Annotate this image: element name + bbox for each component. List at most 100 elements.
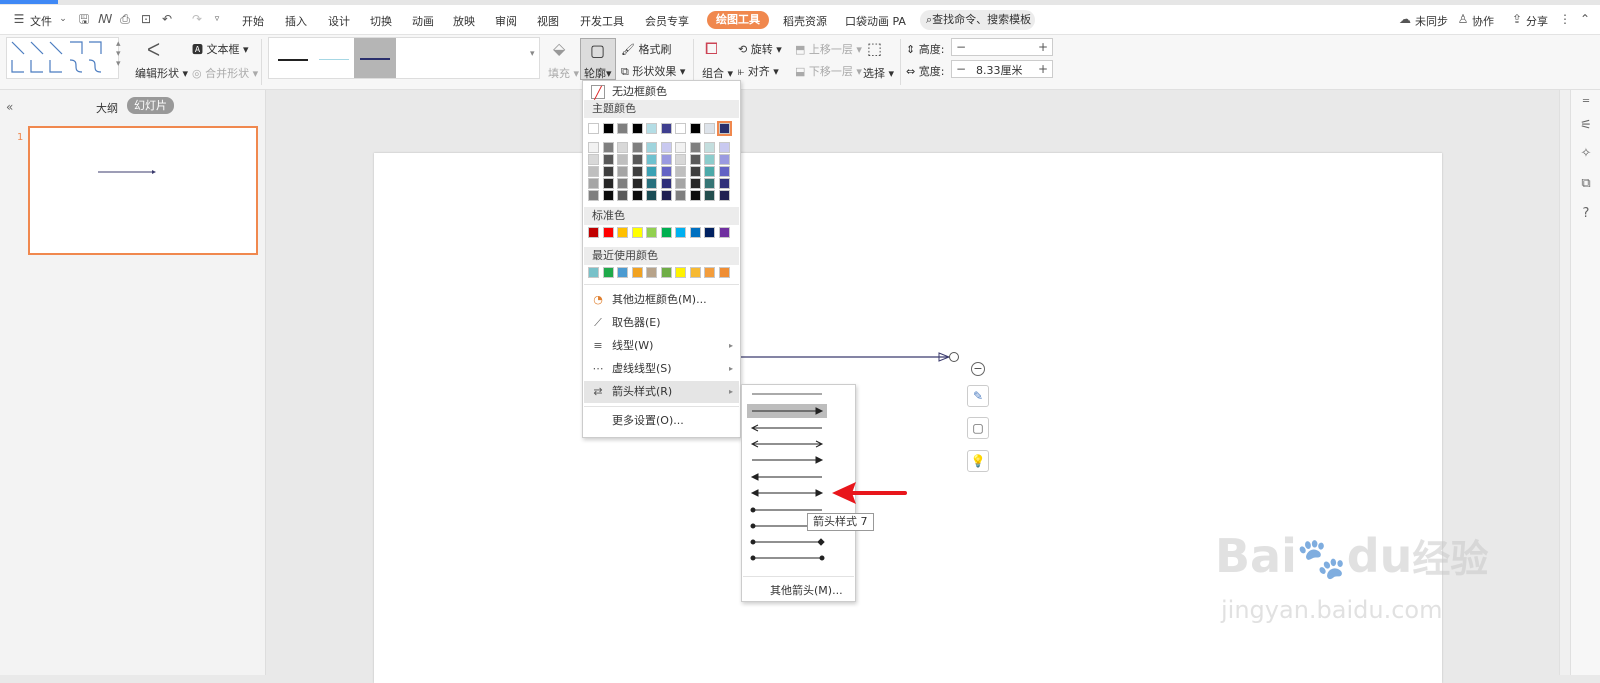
theme-shade-swatch[interactable] [718,154,730,165]
tab-developer[interactable]: 开发工具 [580,13,624,29]
recent-color-swatch[interactable] [631,267,643,278]
print-icon[interactable]: ⎙ [118,12,132,26]
recent-color-swatch[interactable] [689,267,701,278]
tab-pocket-animation[interactable]: 口袋动画 PA [845,13,906,29]
theme-shade-swatch[interactable] [631,178,643,189]
customize-icon[interactable]: ▿ [210,12,224,26]
theme-shade-swatch[interactable] [660,154,672,165]
rotate-button[interactable]: ⟲ 旋转 ▾ [738,41,782,57]
theme-shade-swatch[interactable] [588,154,599,165]
tab-view[interactable]: 视图 [537,13,559,29]
theme-shade-swatch[interactable] [689,154,701,165]
theme-shade-swatch[interactable] [660,142,672,153]
collapse-float-icon[interactable]: − [971,362,985,376]
theme-shade-swatch[interactable] [718,166,730,177]
theme-shade-swatch[interactable] [660,166,672,177]
outline-button[interactable]: ▢ 轮廓▾ [580,38,616,80]
smart-float-button[interactable]: 💡 [967,450,989,472]
properties-icon[interactable]: ⚟ [1578,118,1594,134]
theme-color-swatch[interactable] [602,123,614,134]
format-painter-button[interactable]: 🖌 格式刷 [621,41,671,57]
gallery-scroll-icon[interactable]: ▴ ▾ ▾ [116,39,121,69]
textbox-button[interactable]: 🅰 文本框 ▾ [192,41,249,57]
theme-shade-swatch[interactable] [718,178,730,189]
edit-shape-button[interactable]: 编辑形状 ▾ [135,65,188,81]
tab-design[interactable]: 设计 [328,13,350,29]
standard-color-swatch[interactable] [631,227,643,238]
dash-type-item[interactable]: ⋯ 虚线线型(S) ▸ [584,358,739,380]
print-preview-icon[interactable]: ⊡ [139,12,153,26]
recent-color-swatch[interactable] [718,267,730,278]
recent-color-swatch[interactable] [704,267,715,278]
theme-color-swatch[interactable] [588,123,599,134]
tab-docer[interactable]: 稻壳资源 [783,13,827,29]
width-field[interactable]: − 8.33厘米 + [951,60,1053,78]
collapse-panel-icon[interactable]: « [6,100,13,114]
file-menu[interactable]: 文件 [30,13,52,29]
fill-button[interactable]: 填充 ▾ [548,65,579,81]
help-icon[interactable]: ? [1578,206,1594,222]
line-style-gallery[interactable] [268,37,540,79]
arrow-style-item[interactable]: ⇄ 箭头样式(R) ▸ [584,381,739,403]
theme-shade-swatch[interactable] [646,154,657,165]
redo-icon[interactable]: ↷ [190,12,204,26]
theme-shade-swatch[interactable] [689,190,701,201]
theme-shade-swatch[interactable] [617,154,628,165]
tab-animation[interactable]: 动画 [412,13,434,29]
height-field[interactable]: − + [951,38,1053,56]
theme-shade-swatch[interactable] [631,166,643,177]
theme-color-swatch[interactable] [689,123,701,134]
theme-shade-swatch[interactable] [675,178,686,189]
theme-shade-swatch[interactable] [646,166,657,177]
user-add-icon[interactable]: ♙ [1456,12,1470,26]
theme-shade-swatch[interactable] [704,166,715,177]
tab-home[interactable]: 开始 [242,13,264,29]
eyedropper-item[interactable]: ⟋ 取色器(E) [584,312,739,334]
theme-shade-swatch[interactable] [675,142,686,153]
standard-color-swatch[interactable] [617,227,628,238]
merge-shape-button[interactable]: ◎ 合并形状 ▾ [192,65,258,81]
active-window-tab[interactable] [0,0,58,4]
theme-shade-swatch[interactable] [660,178,672,189]
theme-color-swatch[interactable] [660,123,672,134]
more-settings-item[interactable]: 更多设置(O)... [584,410,739,432]
tab-slideshow[interactable]: 放映 [453,13,475,29]
theme-shade-swatch[interactable] [617,142,628,153]
style-black-line[interactable] [278,59,308,61]
collapse-ribbon-icon[interactable]: ⌃ [1578,12,1592,26]
theme-shade-swatch[interactable] [689,166,701,177]
height-decrease-button[interactable]: − [952,39,970,55]
style-selected[interactable] [354,38,396,78]
arrow-shape[interactable] [374,153,1442,683]
theme-shade-swatch[interactable] [704,142,715,153]
recent-color-swatch[interactable] [602,267,614,278]
more-icon[interactable]: ⋮ [1558,12,1572,26]
theme-shade-swatch[interactable] [631,154,643,165]
recent-color-swatch[interactable] [617,267,628,278]
theme-shade-swatch[interactable] [704,178,715,189]
outline-tab[interactable]: 大纲 [96,100,118,116]
sync-status[interactable]: 未同步 [1415,13,1448,29]
theme-color-swatch[interactable] [631,123,643,134]
tab-insert[interactable]: 插入 [285,13,307,29]
send-backward-button[interactable]: ⬓ 下移一层 ▾ [795,63,862,79]
tab-member[interactable]: 会员专享 [645,13,689,29]
chevron-down-icon[interactable]: ⌄ [56,12,70,26]
theme-shade-swatch[interactable] [646,190,657,201]
theme-shade-swatch[interactable] [588,190,599,201]
theme-shade-swatch[interactable] [675,190,686,201]
theme-color-swatch[interactable] [617,123,628,134]
recent-color-swatch[interactable] [675,267,686,278]
menu-icon[interactable]: ☰ [12,12,26,26]
collab-button[interactable]: 协作 [1472,13,1494,29]
theme-shade-swatch[interactable] [718,190,730,201]
standard-color-swatch[interactable] [602,227,614,238]
theme-color-swatch[interactable] [675,123,686,134]
more-colors-item[interactable]: ◔ 其他边框颜色(M)... [584,289,739,311]
theme-shade-swatch[interactable] [689,142,701,153]
theme-shade-swatch[interactable] [602,178,614,189]
select-button[interactable]: 选择 ▾ [863,65,894,81]
standard-color-swatch[interactable] [646,227,657,238]
theme-shade-swatch[interactable] [588,142,599,153]
style-light-line[interactable] [319,59,349,60]
